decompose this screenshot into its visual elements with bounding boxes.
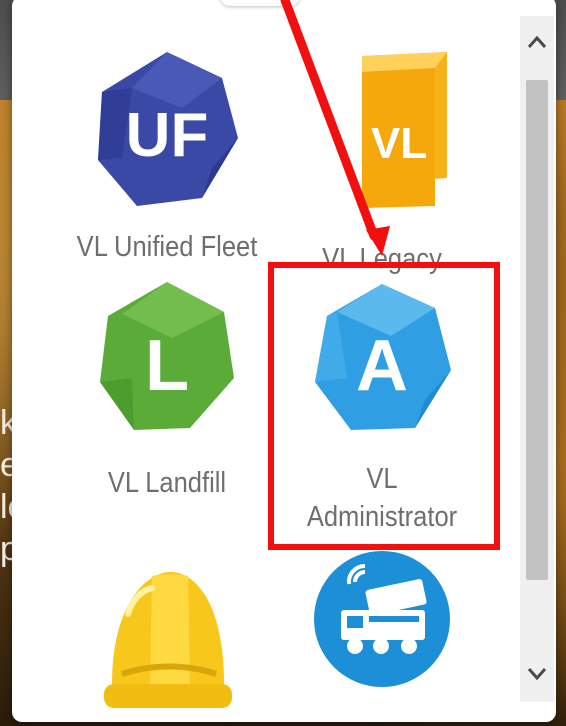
popup-pointer-notch — [220, 0, 300, 6]
app-label-administrator-line2: Administrator — [306, 501, 458, 533]
landfill-icon-text: L — [145, 326, 189, 406]
scrollbar-thumb[interactable] — [526, 80, 548, 580]
app-tile-administrator[interactable]: A VL Administrator — [267, 278, 497, 536]
legacy-icon: VL — [362, 52, 447, 208]
app-tile-landfill[interactable]: L VL Landfill — [52, 278, 282, 502]
administrator-icon: A — [315, 284, 451, 430]
app-tile-truck-tracking[interactable] — [267, 544, 497, 694]
popup-scrollbar[interactable] — [520, 16, 554, 702]
hard-hat-icon — [104, 572, 232, 708]
truck-tracking-icon — [314, 551, 450, 687]
chevron-up-icon[interactable] — [520, 22, 554, 62]
app-tile-hard-hat[interactable] — [52, 544, 282, 722]
app-label-landfill: VL Landfill — [107, 467, 227, 499]
unified-fleet-icon: UF — [98, 52, 238, 206]
app-launcher-popup: UF VL Unified Fleet VL L VL Landfill A V… — [12, 0, 556, 722]
unified-fleet-icon-text: UF — [126, 101, 209, 170]
chevron-down-icon[interactable] — [520, 654, 554, 694]
app-tile-legacy[interactable]: VL — [267, 48, 497, 212]
app-label-unified-fleet: VL Unified Fleet — [76, 231, 258, 263]
administrator-icon-text: A — [356, 326, 408, 406]
app-label-legacy: VL Legacy — [322, 243, 442, 275]
landfill-icon: L — [100, 282, 234, 430]
legacy-icon-text: VL — [371, 119, 427, 168]
app-label-administrator-line1: VL — [366, 463, 398, 495]
app-tile-unified-fleet[interactable]: UF VL Unified Fleet — [52, 48, 282, 266]
